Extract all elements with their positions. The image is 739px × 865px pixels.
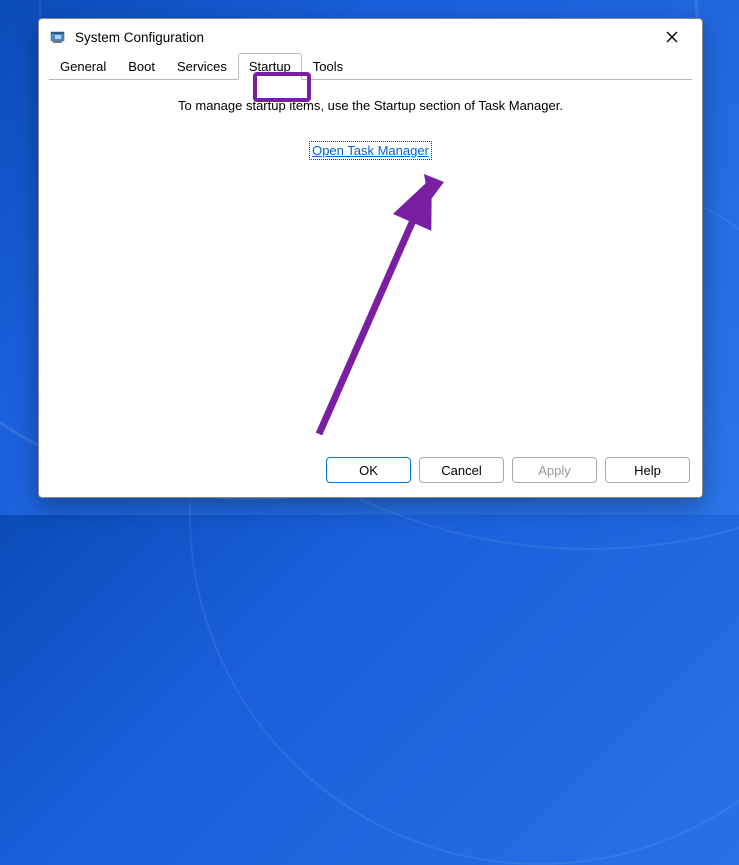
tab-bar: General Boot Services Startup Tools bbox=[49, 53, 692, 80]
titlebar: System Configuration bbox=[39, 19, 702, 53]
open-task-manager-link[interactable]: Open Task Manager bbox=[309, 141, 432, 160]
help-button[interactable]: Help bbox=[605, 457, 690, 483]
tab-content-area: To manage startup items, use the Startup… bbox=[39, 80, 702, 447]
cancel-button[interactable]: Cancel bbox=[419, 457, 504, 483]
dialog-title: System Configuration bbox=[75, 30, 652, 45]
tab-services[interactable]: Services bbox=[166, 53, 238, 80]
tab-tools[interactable]: Tools bbox=[302, 53, 354, 80]
tab-boot[interactable]: Boot bbox=[117, 53, 166, 80]
apply-button: Apply bbox=[512, 457, 597, 483]
close-button[interactable] bbox=[652, 23, 692, 51]
system-configuration-dialog: System Configuration General Boot Servic… bbox=[38, 18, 703, 498]
dialog-buttons: OK Cancel Apply Help bbox=[39, 447, 702, 497]
app-icon bbox=[49, 28, 67, 46]
ok-button[interactable]: OK bbox=[326, 457, 411, 483]
info-text: To manage startup items, use the Startup… bbox=[59, 98, 682, 113]
tab-general[interactable]: General bbox=[49, 53, 117, 80]
tab-startup[interactable]: Startup bbox=[238, 53, 302, 80]
